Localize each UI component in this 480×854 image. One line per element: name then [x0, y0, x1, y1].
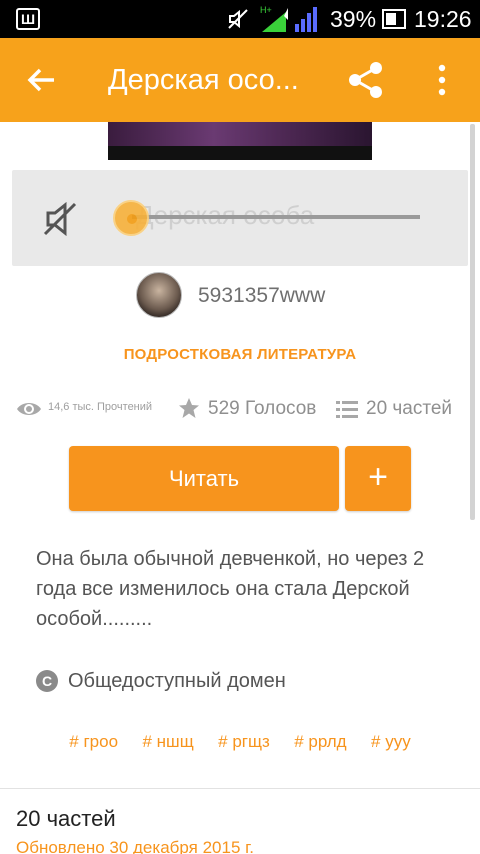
- license-text: Общедоступный домен: [68, 670, 286, 692]
- parts-section-title[interactable]: 20 частей: [16, 806, 116, 832]
- player-progress-track[interactable]: [132, 215, 420, 219]
- parts-updated-date: Обновлено 30 декабря 2015 г.: [16, 838, 254, 854]
- copyright-icon: C: [36, 670, 58, 692]
- audio-player: Дерская особа: [12, 170, 468, 266]
- star-icon: [179, 398, 199, 418]
- tag-item[interactable]: # ррлд: [294, 732, 346, 752]
- app-notification-icon: Ш: [16, 8, 40, 30]
- status-bar: Ш H+ 39% 19:26: [0, 0, 480, 38]
- app-toolbar: Дерская осо...: [0, 38, 480, 122]
- player-progress-knob[interactable]: [113, 200, 149, 236]
- parts-count: 20 частей: [366, 398, 453, 419]
- tag-item[interactable]: # ргщз: [218, 732, 270, 752]
- votes-count: 529 Голосов: [208, 398, 317, 419]
- tag-item[interactable]: # ууу: [371, 732, 411, 752]
- story-description: Она была обычной девченкой, но через 2 г…: [36, 548, 425, 630]
- story-category[interactable]: ПОДРОСТКОВАЯ ЛИТЕРАТУРА: [0, 346, 480, 363]
- more-vert-icon[interactable]: [432, 60, 452, 100]
- list-icon: [336, 401, 358, 418]
- svg-text:H+: H+: [260, 5, 272, 15]
- reads-count: 14,6 тыс. Прочтений: [48, 401, 153, 413]
- add-to-library-button[interactable]: +: [345, 446, 411, 511]
- story-cover-image[interactable]: [108, 122, 372, 160]
- signal-icon: H+: [260, 5, 288, 32]
- scrollbar[interactable]: [470, 124, 475, 520]
- author-avatar[interactable]: [136, 272, 182, 318]
- battery-percent: 39%: [330, 6, 377, 32]
- back-arrow-icon[interactable]: [24, 62, 60, 98]
- tag-item[interactable]: # гроо: [69, 732, 118, 752]
- section-divider: [0, 788, 480, 789]
- toolbar-title: Дерская осо...: [108, 64, 299, 96]
- tag-item[interactable]: # ншщ: [142, 732, 193, 752]
- author-name[interactable]: 5931357www: [198, 284, 325, 308]
- clock: 19:26: [414, 6, 472, 32]
- tag-list: # гроо # ншщ # ргщз # ррлд # ууу: [0, 732, 480, 752]
- signal-strength-icon: [295, 7, 317, 32]
- read-button[interactable]: Читать: [69, 446, 339, 511]
- story-stats: 14,6 тыс. Прочтений 529 Голосов 20 часте…: [16, 396, 476, 424]
- mute-icon[interactable]: [42, 202, 78, 236]
- share-icon[interactable]: [346, 60, 386, 100]
- eye-icon: [17, 403, 41, 415]
- mute-icon: [228, 9, 248, 29]
- battery-icon: [382, 9, 406, 29]
